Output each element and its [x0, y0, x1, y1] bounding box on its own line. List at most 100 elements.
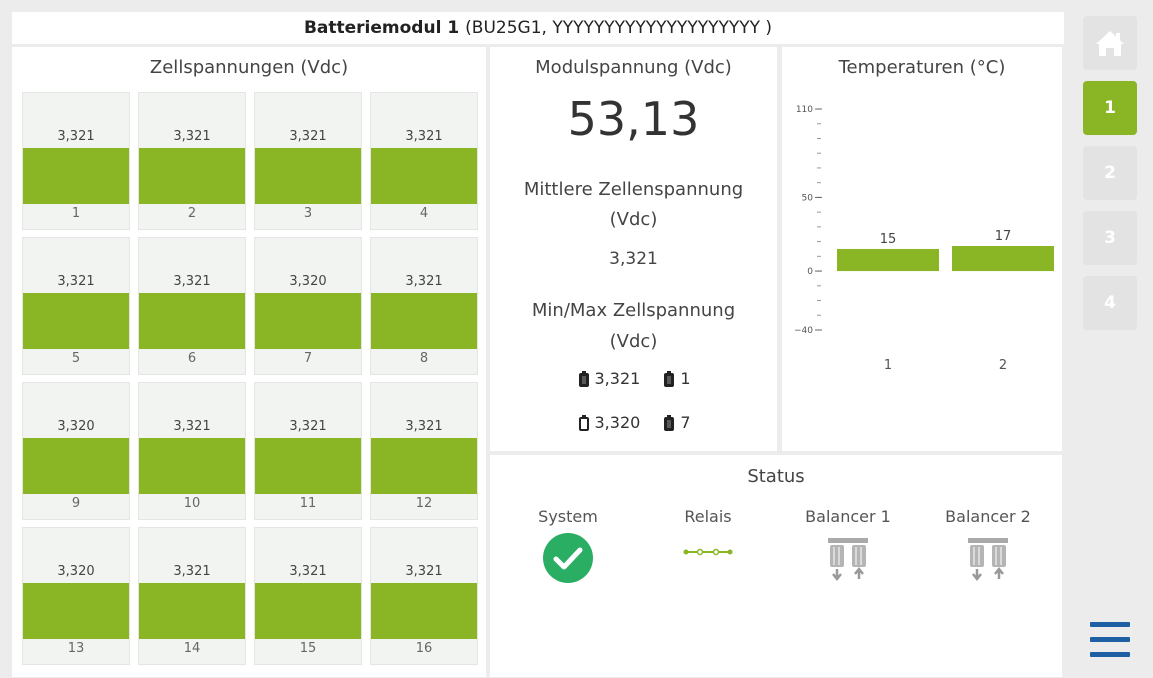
y-tick-label: −40 [794, 326, 813, 336]
module-button-4[interactable]: 4 [1083, 276, 1137, 330]
cell-voltage: 3,321 [173, 274, 211, 289]
cell-voltage: 3,321 [405, 564, 443, 579]
cell-tile: 3,321 1 [22, 92, 130, 230]
temperature-value-label: 17 [995, 229, 1012, 244]
module-title: Batteriemodul 1 [303, 18, 460, 38]
cell-voltages-panel: Zellspannungen (Vdc) 3,321 1 3,321 2 3,321 3 3… [12, 47, 486, 677]
module-voltage-panel: Modulspannung (Vdc) 53,13 Mittlere Zelle… [490, 47, 777, 451]
cell-number: 5 [71, 351, 81, 366]
status-system: System [508, 507, 628, 584]
temperature-value-label: 15 [880, 232, 897, 247]
min-cell-row: 3,320 7 [490, 413, 777, 432]
cell-voltage: 3,321 [405, 419, 443, 434]
cell-tile: 3,321 2 [138, 92, 246, 230]
cell-number: 16 [415, 641, 433, 656]
cell-level-bar [371, 438, 477, 494]
module-sidebar: 1 2 3 4 [1068, 0, 1153, 678]
module-subtitle: (BU25G1, YYYYYYYYYYYYYYYYYYYY ) [465, 18, 773, 38]
hamburger-menu-icon[interactable] [1090, 622, 1130, 658]
module-button-3[interactable]: 3 [1083, 211, 1137, 265]
cell-number: 6 [187, 351, 197, 366]
sensor-label: 2 [999, 358, 1007, 373]
cell-level-bar [371, 583, 477, 639]
cell-tile: 3,321 6 [138, 237, 246, 375]
min-cell-number: 7 [680, 413, 691, 432]
battery-empty-icon [578, 414, 589, 431]
cell-tile: 3,321 5 [22, 237, 130, 375]
avg-cell-voltage-value: 3,321 [609, 249, 658, 269]
cell-level-bar [139, 438, 245, 494]
cell-level-bar [255, 583, 361, 639]
cell-tile: 3,321 14 [138, 527, 246, 665]
status-balancer-1: Balancer 1 [788, 507, 908, 584]
cell-number: 13 [67, 641, 85, 656]
cell-tile: 3,321 11 [254, 382, 362, 520]
cell-level-bar [255, 293, 361, 349]
cell-tile: 3,321 8 [370, 237, 478, 375]
cell-level-bar [139, 148, 245, 204]
cell-level-bar [255, 438, 361, 494]
cell-tile: 3,321 3 [254, 92, 362, 230]
cell-number: 12 [415, 496, 433, 511]
max-cell-voltage: 3,321 [594, 369, 641, 388]
status-relay: Relais [648, 507, 768, 572]
home-button[interactable] [1083, 16, 1137, 70]
cell-voltage: 3,321 [57, 129, 95, 144]
cell-number: 15 [299, 641, 317, 656]
cell-tile: 3,321 12 [370, 382, 478, 520]
cell-number: 14 [183, 641, 201, 656]
cell-level-bar [371, 148, 477, 204]
status-system-label: System [538, 507, 598, 526]
cell-level-bar [371, 293, 477, 349]
cell-level-bar [23, 293, 129, 349]
avg-cell-voltage-unit: (Vdc) [609, 209, 658, 230]
cell-number: 10 [183, 496, 201, 511]
cell-voltage: 3,320 [289, 274, 327, 289]
status-relay-label: Relais [684, 507, 732, 526]
cell-voltage: 3,321 [57, 274, 95, 289]
module-header: Batteriemodul 1 (BU25G1, YYYYYYYYYYYYYYY… [12, 12, 1064, 44]
cell-voltage: 3,321 [289, 419, 327, 434]
cell-voltages-title: Zellspannungen (Vdc) [149, 57, 349, 78]
module-voltage-title: Modulspannung (Vdc) [535, 57, 732, 78]
balancer-icon [828, 538, 868, 582]
cell-level-bar [139, 583, 245, 639]
temperature-bar [837, 248, 939, 272]
temperature-bar [952, 246, 1054, 272]
cell-tile: 3,321 16 [370, 527, 478, 665]
cell-tile: 3,320 13 [22, 527, 130, 665]
check-circle-icon [543, 533, 593, 583]
min-cell-voltage: 3,320 [594, 413, 641, 432]
battery-cell-icon [664, 414, 675, 431]
cell-number: 7 [303, 351, 313, 366]
minmax-cell-voltage-unit: (Vdc) [609, 331, 658, 352]
y-tick-label: 50 [802, 193, 814, 203]
cell-voltage: 3,321 [173, 419, 211, 434]
cell-number: 1 [71, 206, 81, 221]
module-button-2[interactable]: 2 [1083, 146, 1137, 200]
minmax-cell-voltage-title: Min/Max Zellspannung [531, 300, 736, 321]
status-balancer-2: Balancer 2 [928, 507, 1048, 584]
cell-voltage: 3,321 [289, 129, 327, 144]
cell-number: 3 [303, 206, 313, 221]
relay-closed-icon [683, 548, 733, 556]
cell-voltage: 3,321 [173, 564, 211, 579]
cell-voltage: 3,321 [405, 129, 443, 144]
cell-voltage: 3,321 [173, 129, 211, 144]
max-cell-row: 3,321 1 [490, 369, 777, 388]
status-panel: Status System Relais Balancer 1 Balancer… [490, 455, 1062, 677]
home-icon [1096, 31, 1124, 56]
module-button-1[interactable]: 1 [1083, 81, 1137, 135]
cell-tile: 3,320 9 [22, 382, 130, 520]
temperature-chart: 110 50 0 −40 15 1 17 2 [794, 105, 1054, 373]
y-tick-label: 110 [796, 105, 813, 115]
cell-voltage: 3,320 [57, 564, 95, 579]
cell-level-bar [255, 148, 361, 204]
cell-voltage: 3,321 [405, 274, 443, 289]
balancer-icon [968, 538, 1008, 582]
max-cell-number: 1 [680, 369, 691, 388]
status-balancer-2-label: Balancer 2 [945, 507, 1031, 526]
status-title: Status [747, 466, 805, 487]
cell-tile: 3,321 4 [370, 92, 478, 230]
cell-tile: 3,321 15 [254, 527, 362, 665]
